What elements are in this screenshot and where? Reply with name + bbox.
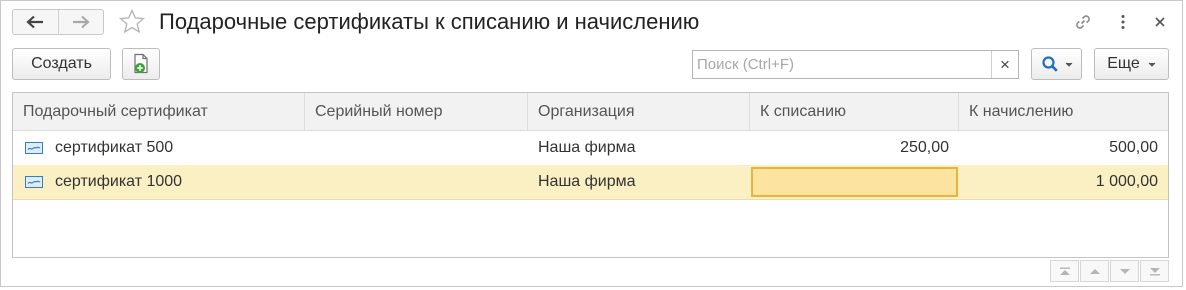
- organization-cell[interactable]: Наша фирма: [528, 165, 750, 199]
- scroll-up-icon: [1089, 268, 1100, 274]
- table-row-selected[interactable]: сертификат 1000 Наша фирма 1 000,00: [13, 165, 1168, 200]
- page-title: Подарочные сертификаты к списанию и начи…: [159, 9, 700, 34]
- certificate-name: сертификат 1000: [55, 173, 183, 190]
- create-button[interactable]: Создать: [12, 48, 111, 80]
- column-header-certificate[interactable]: Подарочный сертификат: [13, 93, 305, 130]
- table-header: Подарочный сертификат Серийный номер Орг…: [13, 93, 1168, 131]
- scroll-bottom-icon: [1149, 267, 1160, 275]
- accrue-cell[interactable]: 1 000,00: [959, 165, 1168, 199]
- dropdown-icon: [1065, 62, 1072, 67]
- write-off-cell-active[interactable]: [750, 165, 959, 199]
- close-button[interactable]: [1150, 12, 1170, 32]
- accrue-cell[interactable]: 500,00: [959, 131, 1168, 165]
- add-copy-icon: [134, 53, 148, 74]
- write-off-cell[interactable]: 250,00: [750, 131, 959, 165]
- link-button[interactable]: [1073, 12, 1093, 32]
- more-actions-button[interactable]: [1113, 12, 1133, 32]
- forward-arrow-icon: [72, 15, 90, 29]
- nav-buttons: [12, 9, 104, 35]
- dropdown-icon: [1148, 62, 1156, 67]
- scroll-down-button[interactable]: [1110, 260, 1139, 282]
- certificate-icon: [25, 142, 43, 154]
- column-header-serial[interactable]: Серийный номер: [305, 93, 528, 130]
- scroll-top-icon: [1059, 267, 1070, 275]
- back-button[interactable]: [13, 10, 58, 34]
- more-label: Еще: [1107, 55, 1140, 72]
- clear-search-button[interactable]: ×: [991, 51, 1018, 78]
- close-icon: [1155, 17, 1165, 27]
- scroll-up-button[interactable]: [1080, 260, 1109, 282]
- table-scroll-buttons: [1049, 260, 1169, 282]
- certificate-icon: [25, 176, 43, 188]
- column-header-write-off[interactable]: К списанию: [750, 93, 959, 130]
- active-cell-editor[interactable]: [751, 167, 958, 197]
- forward-button[interactable]: [57, 10, 104, 34]
- table-row[interactable]: сертификат 500 Наша фирма 250,00 500,00: [13, 131, 1168, 166]
- scroll-bottom-button[interactable]: [1140, 260, 1169, 282]
- organization-cell[interactable]: Наша фирма: [528, 131, 750, 165]
- column-header-organization[interactable]: Организация: [528, 93, 750, 130]
- search-button[interactable]: [1031, 48, 1082, 80]
- more-vertical-icon: [1121, 15, 1125, 29]
- certificates-table[interactable]: Подарочный сертификат Серийный номер Орг…: [12, 92, 1169, 258]
- column-header-accrue[interactable]: К начислению: [959, 93, 1168, 130]
- search-input[interactable]: [695, 51, 989, 78]
- favorite-button[interactable]: [118, 8, 146, 36]
- link-icon: [1076, 15, 1090, 29]
- serial-cell[interactable]: [305, 165, 528, 199]
- add-copy-button[interactable]: [122, 48, 160, 80]
- certificate-cell[interactable]: сертификат 1000: [13, 165, 305, 199]
- scroll-top-button[interactable]: [1050, 260, 1079, 282]
- scroll-down-icon: [1119, 268, 1130, 274]
- certificate-name: сертификат 500: [55, 139, 174, 156]
- back-arrow-icon: [26, 15, 44, 29]
- search-field[interactable]: ×: [692, 50, 1019, 79]
- more-button[interactable]: Еще: [1094, 48, 1169, 80]
- form-window: Подарочные сертификаты к списанию и начи…: [0, 0, 1183, 287]
- star-icon: [118, 8, 146, 34]
- search-icon: [1041, 56, 1058, 72]
- serial-cell[interactable]: [305, 131, 528, 165]
- certificate-cell[interactable]: сертификат 500: [13, 131, 305, 165]
